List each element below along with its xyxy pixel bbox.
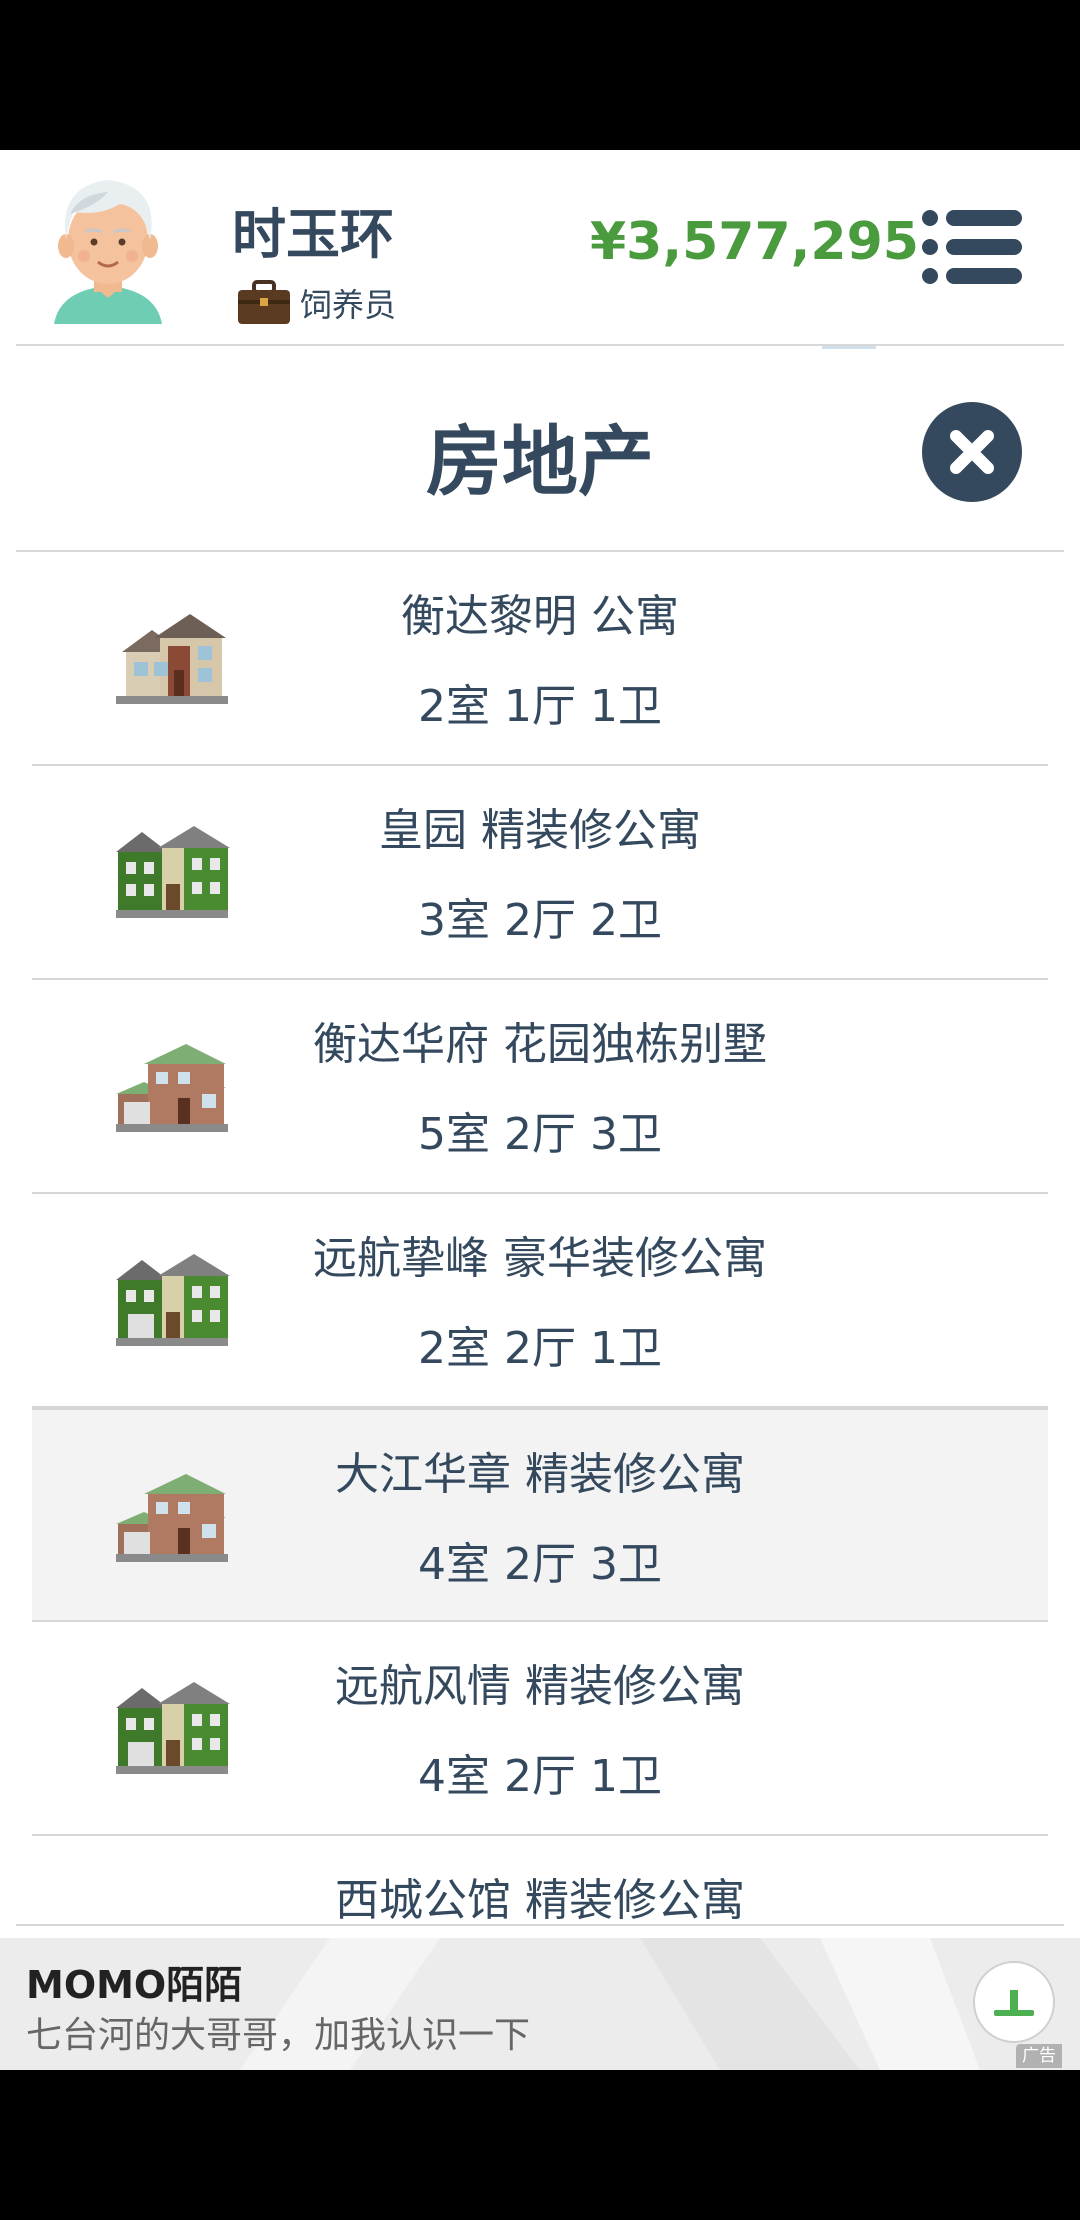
- job-title: 饲养员: [300, 286, 397, 324]
- user-name: 时玉环: [232, 203, 394, 266]
- briefcase-icon: [238, 280, 290, 324]
- download-icon[interactable]: [972, 1960, 1056, 2044]
- tab-indicator: [822, 346, 876, 349]
- property-item[interactable]: 远航挚峰 豪华装修公寓 2室 2厅 1卫: [32, 1194, 1048, 1408]
- ad-brand: MOMO陌陌: [26, 1963, 243, 2007]
- header: 时玉环 饲养员 ¥3,577,295: [0, 150, 1080, 346]
- property-item-selected[interactable]: 大江华章 精装修公寓 4室 2厅 3卫: [32, 1408, 1048, 1622]
- property-name: 远航挚峰 豪华装修公寓: [313, 1233, 767, 1284]
- app-screen: 时玉环 饲养员 ¥3,577,295 房地产 衡达黎明 公寓 2室 1厅 1卫 …: [0, 150, 1080, 2070]
- avatar[interactable]: [40, 164, 176, 334]
- property-layout: 2室 2厅 1卫: [418, 1323, 662, 1374]
- property-layout: 3室 2厅 2卫: [418, 895, 662, 946]
- close-icon[interactable]: [922, 402, 1022, 502]
- property-item[interactable]: 皇园 精装修公寓 3室 2厅 2卫: [32, 766, 1048, 980]
- page-title: 房地产: [426, 417, 654, 506]
- list-bottom-divider: [16, 1924, 1064, 1926]
- ad-text: 七台河的大哥哥，加我认识一下: [26, 2015, 531, 2056]
- property-layout: 5室 2厅 3卫: [418, 1109, 662, 1160]
- property-layout: 4室 2厅 3卫: [418, 1539, 662, 1590]
- job-info: 饲养员: [236, 278, 396, 328]
- money-balance: ¥3,577,295: [590, 212, 919, 272]
- property-layout: 2室 1厅 1卫: [418, 681, 662, 732]
- property-name: 衡达华府 花园独栋别墅: [313, 1019, 767, 1070]
- ad-banner[interactable]: MOMO陌陌 七台河的大哥哥，加我认识一下 广告: [0, 1938, 1080, 2070]
- menu-icon[interactable]: [920, 208, 1024, 286]
- property-name: 大江华章 精装修公寓: [335, 1449, 745, 1500]
- property-list: 衡达黎明 公寓 2室 1厅 1卫 皇园 精装修公寓 3室 2厅 2卫 衡达华府 …: [32, 552, 1048, 2042]
- header-divider: [16, 344, 1064, 346]
- property-layout: 4室 2厅 1卫: [418, 1751, 662, 1802]
- ad-tag: 广告: [1016, 2044, 1062, 2068]
- property-item[interactable]: 远航风情 精装修公寓 4室 2厅 1卫: [32, 1622, 1048, 1836]
- property-item[interactable]: 衡达华府 花园独栋别墅 5室 2厅 3卫: [32, 980, 1048, 1194]
- property-item[interactable]: 衡达黎明 公寓 2室 1厅 1卫: [32, 552, 1048, 766]
- property-name: 远航风情 精装修公寓: [335, 1661, 745, 1712]
- property-name: 衡达黎明 公寓: [401, 591, 679, 642]
- property-name: 西城公馆 精装修公寓: [335, 1875, 745, 1926]
- property-name: 皇园 精装修公寓: [379, 805, 701, 856]
